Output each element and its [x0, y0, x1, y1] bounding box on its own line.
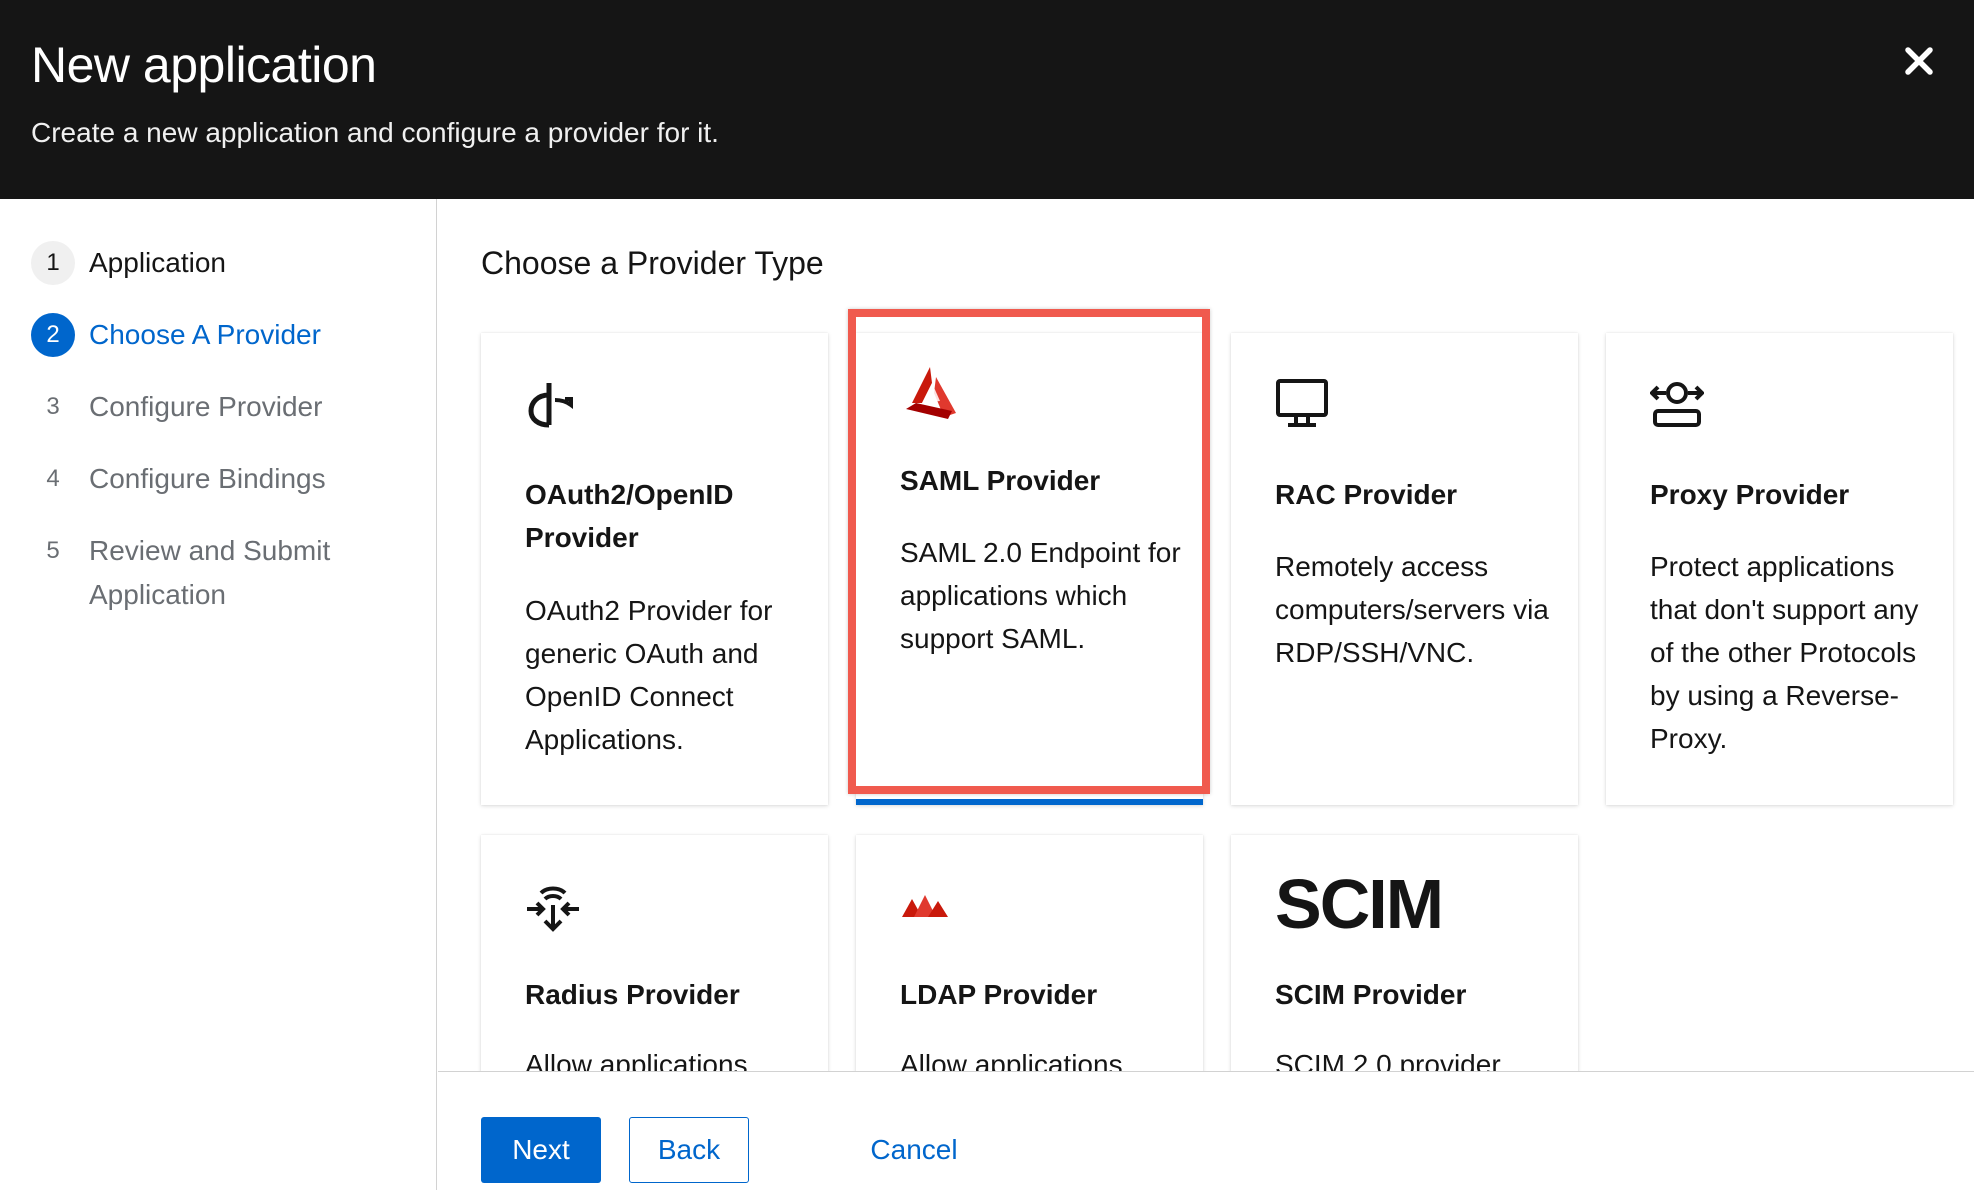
- close-icon[interactable]: [1896, 38, 1942, 84]
- back-button[interactable]: Back: [629, 1117, 749, 1183]
- wizard-step-review-submit: 5 Review and Submit Application: [31, 529, 369, 617]
- provider-description: Remotely access computers/servers via RD…: [1275, 551, 1549, 668]
- provider-description: SAML 2.0 Endpoint for applications which…: [900, 537, 1181, 654]
- step-number: 2: [31, 313, 75, 357]
- proxy-icon: [1650, 382, 1704, 427]
- radius-icon: [527, 886, 579, 932]
- provider-card-scim[interactable]: SCIM SCIM Provider SCIM 2.0 provider: [1231, 835, 1578, 1071]
- provider-description: SCIM 2.0 provider: [1275, 1049, 1501, 1071]
- step-label: Configure Bindings: [89, 463, 326, 494]
- provider-card-ldap[interactable]: LDAP Provider Allow applications: [856, 835, 1203, 1071]
- provider-card-rac[interactable]: RAC Provider Remotely access computers/s…: [1231, 333, 1578, 805]
- modal-header: New application Create a new application…: [0, 0, 1974, 199]
- provider-title: LDAP Provider: [900, 979, 1098, 1010]
- step-label: Application: [89, 247, 226, 278]
- wizard-step-application[interactable]: 1 Application: [31, 241, 226, 285]
- wizard-step-choose-provider[interactable]: 2 Choose A Provider: [31, 313, 321, 357]
- provider-description: OAuth2 Provider for generic OAuth and Op…: [525, 595, 773, 755]
- next-button[interactable]: Next: [481, 1117, 601, 1183]
- provider-description: Protect applications that don't support …: [1650, 551, 1919, 754]
- provider-card-saml[interactable]: SAML Provider SAML 2.0 Endpoint for appl…: [856, 333, 1203, 805]
- monitor-icon: [1276, 379, 1328, 427]
- step-number: 4: [46, 465, 60, 492]
- scim-icon: SCIM: [1275, 865, 1444, 943]
- provider-description: Allow applications: [900, 1049, 1123, 1071]
- step-label: Review and Submit Application: [89, 535, 331, 610]
- step-label: Choose A Provider: [89, 319, 321, 350]
- provider-title: OAuth2/OpenID Provider: [525, 479, 734, 553]
- provider-title: RAC Provider: [1275, 479, 1458, 510]
- provider-card-proxy[interactable]: Proxy Provider Protect applications that…: [1606, 333, 1953, 805]
- step-number: 3: [46, 393, 60, 420]
- wizard-step-configure-provider: 3 Configure Provider: [31, 385, 322, 429]
- provider-selection-panel: Choose a Provider Type OAuth2/OpenID Pro…: [438, 199, 1974, 1071]
- saml-icon: [906, 367, 956, 419]
- provider-title: SCIM Provider: [1275, 979, 1467, 1010]
- provider-title: Proxy Provider: [1650, 479, 1850, 510]
- provider-card-oauth2[interactable]: OAuth2/OpenID Provider OAuth2 Provider f…: [481, 333, 828, 805]
- provider-description: Allow applications: [525, 1049, 748, 1071]
- step-number: 1: [31, 241, 75, 285]
- cancel-button[interactable]: Cancel: [849, 1117, 979, 1183]
- provider-card-radius[interactable]: Radius Provider Allow applications: [481, 835, 828, 1071]
- step-number: 5: [46, 537, 60, 564]
- wizard-step-configure-bindings: 4 Configure Bindings: [31, 457, 326, 501]
- section-heading: Choose a Provider Type: [481, 245, 824, 281]
- wizard-steps-nav: 1 Application 2 Choose A Provider 3 Conf…: [0, 199, 437, 1190]
- provider-title: Radius Provider: [525, 979, 740, 1010]
- ldap-icon: [902, 895, 948, 917]
- modal-subtitle: Create a new application and configure a…: [31, 117, 719, 148]
- modal-title: New application: [31, 37, 377, 93]
- step-label: Configure Provider: [89, 391, 323, 422]
- openid-icon: [528, 383, 573, 428]
- wizard-footer: Next Back Cancel: [438, 1071, 1974, 1190]
- provider-title: SAML Provider: [900, 465, 1101, 496]
